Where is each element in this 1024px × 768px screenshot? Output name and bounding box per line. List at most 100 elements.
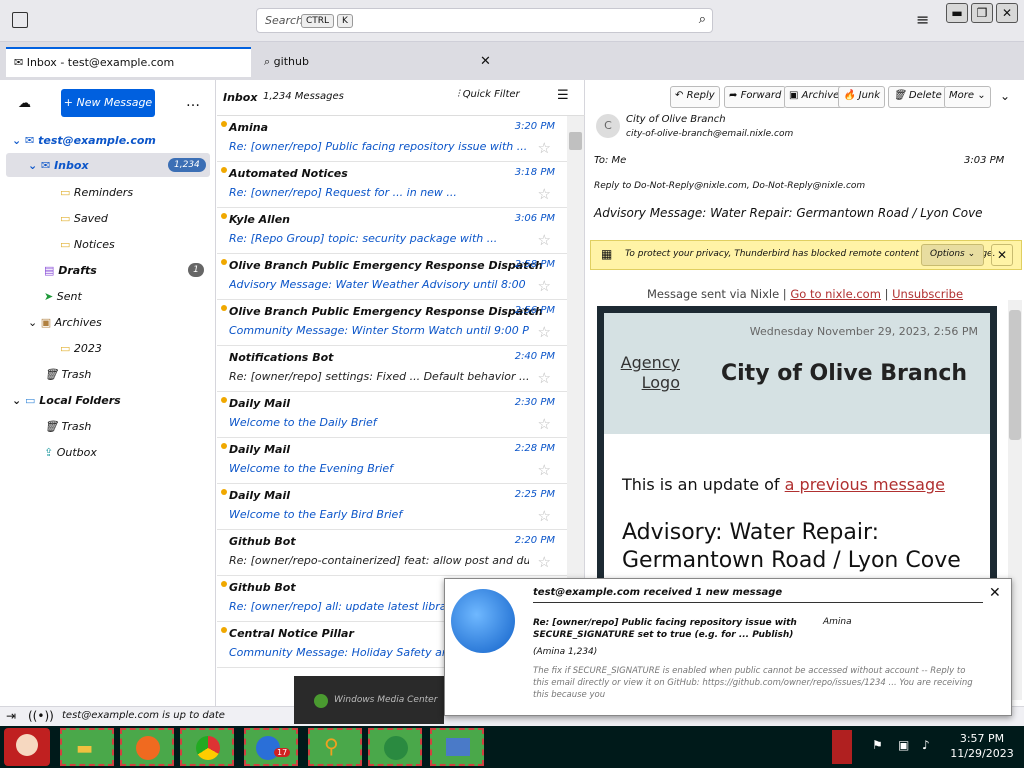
maximize-button[interactable]: ❐ — [971, 3, 993, 23]
previous-message-link[interactable]: a previous message — [785, 475, 945, 494]
star-icon[interactable]: ☆ — [538, 461, 551, 479]
remote-content-options-button[interactable]: Options ⌄ — [921, 244, 985, 266]
app-menu-icon[interactable]: ≡ — [916, 10, 929, 29]
minimize-button[interactable]: ▬ — [946, 3, 968, 23]
folder-outbox[interactable]: ⇪ Outbox — [44, 446, 97, 459]
tab-inbox[interactable]: ✉ Inbox - test@example.com — [6, 47, 251, 77]
sidebar-toggle-icon[interactable] — [12, 12, 28, 28]
taskbar-thunderbird[interactable]: 17 — [244, 728, 298, 766]
folder-account[interactable]: ⌄ ✉ test@example.com — [12, 134, 156, 147]
folder-sent[interactable]: ➤ Sent — [44, 290, 82, 303]
get-messages-icon[interactable]: ☁ — [18, 96, 31, 111]
sender-name[interactable]: City of Olive Branch — [626, 114, 726, 125]
quick-filter-button[interactable]: ⫶ Quick Filter — [457, 89, 520, 100]
scrollbar-thumb[interactable] — [1009, 310, 1021, 440]
unread-dot — [221, 213, 227, 219]
close-notice-icon[interactable]: ✕ — [991, 244, 1013, 266]
close-tab-icon[interactable]: ✕ — [480, 54, 491, 69]
message-sender: Notifications Bot — [229, 351, 334, 364]
action-center-flag-icon[interactable]: ⚑ — [872, 738, 883, 752]
archive-button[interactable]: ▣ Archive — [784, 86, 845, 108]
folder-local-folders[interactable]: ⌄ ▭ Local Folders — [12, 394, 121, 407]
message-subject: Re: [owner/repo] Public facing repositor… — [229, 140, 528, 153]
star-icon[interactable]: ☆ — [538, 507, 551, 525]
message-row[interactable]: Daily Mail Welcome to the Evening Brief 2:… — [217, 438, 567, 484]
message-subject: Advisory Message: Water Weather Advisory… — [229, 278, 529, 291]
tab-search[interactable]: ⌕ github ✕ — [256, 48, 501, 76]
message-row[interactable]: Github Bot Re: [owner/repo-containerized]… — [217, 530, 567, 576]
message-row[interactable]: Kyle Allen Re: [Repo Group] topic: securi… — [217, 208, 567, 254]
star-icon[interactable]: ☆ — [538, 415, 551, 433]
star-icon[interactable]: ☆ — [538, 139, 551, 157]
unread-dot — [221, 627, 227, 633]
message-date: 2:40 PM — [514, 351, 555, 362]
star-icon[interactable]: ☆ — [538, 323, 551, 341]
taskbar-chrome[interactable] — [180, 728, 234, 766]
recipient-name[interactable]: Me — [612, 155, 627, 166]
more-button[interactable]: More ⌄ — [944, 86, 991, 108]
goto-nixle-link[interactable]: Go to nixle.com — [790, 287, 881, 301]
folder-reminders[interactable]: ▭ Reminders — [60, 186, 133, 199]
folder-trash[interactable]: 🗑 Trash — [44, 368, 91, 381]
forward-button[interactable]: ➦ Forward — [724, 86, 787, 108]
reply-to-value[interactable]: Do-Not-Reply@nixle.com, Do-Not-Reply@nix… — [634, 181, 865, 191]
show-hidden-icons[interactable] — [832, 730, 852, 764]
folder-saved[interactable]: ▭ Saved — [60, 212, 108, 225]
message-subject: Advisory Message: Water Repair: Germanto… — [594, 206, 983, 220]
sender-email[interactable]: city-of-olive-branch@email.nixle.com — [626, 129, 793, 139]
unread-dot — [221, 581, 227, 587]
work-offline-icon[interactable]: ⇥ — [6, 709, 16, 723]
close-notification-icon[interactable]: ✕ — [989, 585, 1001, 601]
folder-inbox[interactable]: ⌄ ✉ Inbox — [28, 159, 89, 172]
folder-local-trash[interactable]: 🗑 Trash — [44, 420, 91, 433]
system-clock[interactable]: 3:57 PM 11/29/2023 — [944, 731, 1020, 761]
taskbar-file-explorer[interactable]: ▬ — [60, 728, 114, 766]
close-window-button[interactable]: ✕ — [996, 3, 1018, 23]
scrollbar-thumb[interactable] — [569, 132, 582, 150]
message-date: 2:25 PM — [514, 489, 555, 500]
message-row[interactable]: Olive Branch Public Emergency Response D… — [217, 254, 567, 300]
folder-notices[interactable]: ▭ Notices — [60, 238, 115, 251]
newsletter-header: Wednesday November 29, 2023, 2:56 PM Age… — [604, 313, 990, 434]
taskbar-media-center[interactable] — [368, 728, 422, 766]
new-message-button[interactable]: + New Message — [61, 89, 155, 117]
delete-button[interactable]: 🗑 Delete — [888, 86, 947, 108]
folder-drafts[interactable]: ▤ Drafts — [44, 264, 97, 277]
new-mail-notification[interactable]: test@example.com received 1 new message … — [444, 578, 1012, 716]
unread-dot — [221, 443, 227, 449]
message-date: 3:18 PM — [514, 167, 555, 178]
list-display-options-icon[interactable]: ☰ — [557, 88, 569, 103]
reply-button[interactable]: ↶ Reply — [670, 86, 720, 108]
network-icon[interactable]: ▣ — [898, 738, 909, 752]
to-line: To: Me — [594, 155, 627, 166]
message-row[interactable]: Daily Mail Welcome to the Daily Brief 2:30… — [217, 392, 567, 438]
notification-subject: Re: [owner/repo] Public facing repositor… — [533, 618, 797, 640]
media-center-thumbnail[interactable]: Windows Media Center — [294, 676, 444, 724]
taskbar-control-panel[interactable] — [430, 728, 484, 766]
global-search-input[interactable]: Search... CTRL K ⌕ — [256, 8, 713, 33]
taskbar-firefox[interactable] — [120, 728, 174, 766]
junk-button[interactable]: 🔥 Junk — [838, 86, 886, 108]
folder-2023[interactable]: ▭ 2023 — [60, 342, 102, 355]
volume-icon[interactable]: ♪ — [922, 738, 930, 752]
more-chevron-icon[interactable]: ⌄ — [1000, 89, 1010, 103]
taskbar-magnifier[interactable]: ⚲ — [308, 728, 362, 766]
message-row[interactable]: Amina Re: [owner/repo] Public facing repo… — [217, 116, 567, 162]
star-icon[interactable]: ☆ — [538, 231, 551, 249]
start-button[interactable] — [4, 728, 50, 766]
star-icon[interactable]: ☆ — [538, 277, 551, 295]
control-panel-icon — [446, 738, 470, 756]
notification-body: The fix if SECURE_SIGNATURE is enabled w… — [533, 666, 973, 700]
message-row[interactable]: Olive Branch Public Emergency Response D… — [217, 300, 567, 346]
star-icon[interactable]: ☆ — [538, 553, 551, 571]
star-icon[interactable]: ☆ — [538, 185, 551, 203]
message-row[interactable]: Notifications Bot Re: [owner/repo] settin… — [217, 346, 567, 392]
folder-archives[interactable]: ⌄ ▣ Archives — [28, 316, 102, 329]
agency-logo-link[interactable]: Agency Logo — [606, 353, 680, 393]
message-row[interactable]: Daily Mail Welcome to the Early Bird Brie… — [217, 484, 567, 530]
folder-pane-more-icon[interactable]: … — [186, 94, 200, 110]
message-row[interactable]: Automated Notices Re: [owner/repo] Reques… — [217, 162, 567, 208]
star-icon[interactable]: ☆ — [538, 369, 551, 387]
unsubscribe-link[interactable]: Unsubscribe — [892, 287, 963, 301]
sender-avatar: C — [596, 114, 620, 138]
